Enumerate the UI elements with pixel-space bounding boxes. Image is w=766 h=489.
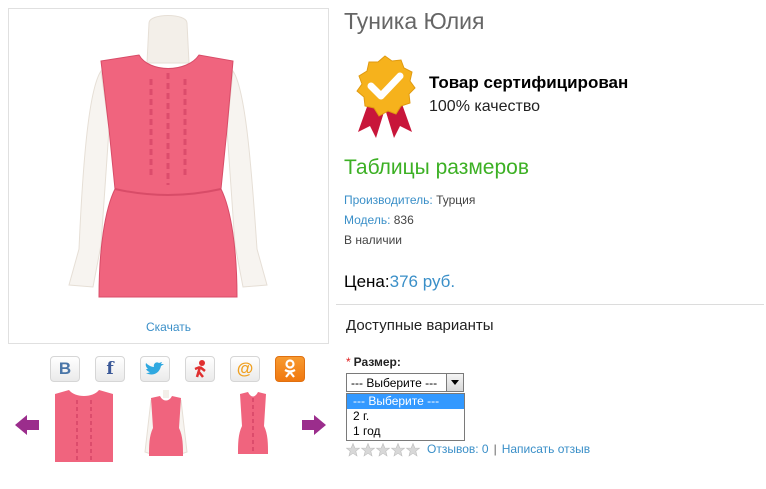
reviews-separator: |: [493, 442, 497, 456]
product-title: Туника Юлия: [344, 8, 485, 34]
twitter-bird-icon: [145, 362, 164, 375]
vk-icon: В: [58, 359, 72, 378]
size-label-text: Размер:: [353, 355, 401, 369]
size-option-1y[interactable]: 1 год: [347, 424, 464, 439]
manufacturer-value: Турция: [436, 193, 476, 207]
price-label: Цена:: [344, 272, 390, 291]
facebook-share-button[interactable]: f: [95, 356, 125, 382]
certificate-title: Товар сертифицирован: [429, 73, 629, 92]
tunic-image: [68, 15, 268, 298]
price-row: Цена:376 руб.: [344, 272, 455, 292]
yaru-share-button[interactable]: [185, 356, 215, 382]
thumbnail-2[interactable]: [143, 388, 189, 462]
odnoklassniki-share-button[interactable]: [275, 356, 305, 382]
vk-share-button[interactable]: В: [50, 356, 80, 382]
certificate-subtitle: 100% качество: [429, 98, 541, 115]
model-value: 836: [393, 213, 414, 227]
reviews-row: Отзывов: 0 | Написать отзыв: [427, 442, 590, 456]
main-product-image[interactable]: [8, 8, 329, 344]
write-review-link[interactable]: Написать отзыв: [502, 442, 590, 456]
size-option-placeholder[interactable]: --- Выберите ---: [347, 394, 464, 409]
size-option-label: * Размер:: [346, 355, 401, 369]
size-select-value: --- Выберите ---: [351, 376, 438, 390]
reviews-count-link[interactable]: Отзывов: 0: [427, 442, 489, 456]
thumbs-next-arrow-icon[interactable]: [301, 414, 327, 436]
certified-badge-icon: [356, 55, 416, 138]
model-label[interactable]: Модель:: [344, 213, 390, 227]
twitter-share-button[interactable]: [140, 356, 170, 382]
odnoklassniki-icon: [284, 359, 296, 378]
size-option-2y[interactable]: 2 г.: [347, 409, 464, 424]
mailru-share-button[interactable]: @: [230, 356, 260, 382]
size-select[interactable]: --- Выберите ---: [346, 373, 464, 392]
options-title: Доступные варианты: [346, 317, 494, 334]
required-mark: *: [346, 355, 351, 369]
rating-stars: [346, 443, 421, 457]
download-link[interactable]: Скачать: [8, 320, 329, 334]
model-row: Модель: 836: [344, 213, 414, 227]
divider: [336, 304, 764, 305]
manufacturer-row: Производитель: Турция: [344, 193, 475, 207]
star-icon: [346, 443, 421, 457]
availability-status: В наличии: [344, 233, 403, 247]
thumbs-prev-arrow-icon[interactable]: [14, 414, 40, 436]
yaru-figure-icon: [194, 360, 206, 378]
price-value: 376 руб.: [389, 272, 456, 291]
size-tables-link[interactable]: Таблицы размеров: [344, 156, 529, 180]
thumbnail-1[interactable]: [55, 388, 113, 462]
thumbnail-3[interactable]: [232, 388, 274, 462]
chevron-down-icon[interactable]: [446, 374, 463, 391]
manufacturer-label[interactable]: Производитель:: [344, 193, 433, 207]
mailru-at-icon: @: [236, 359, 254, 378]
size-dropdown-list: --- Выберите --- 2 г. 1 год: [346, 393, 465, 441]
facebook-icon: f: [106, 359, 114, 379]
